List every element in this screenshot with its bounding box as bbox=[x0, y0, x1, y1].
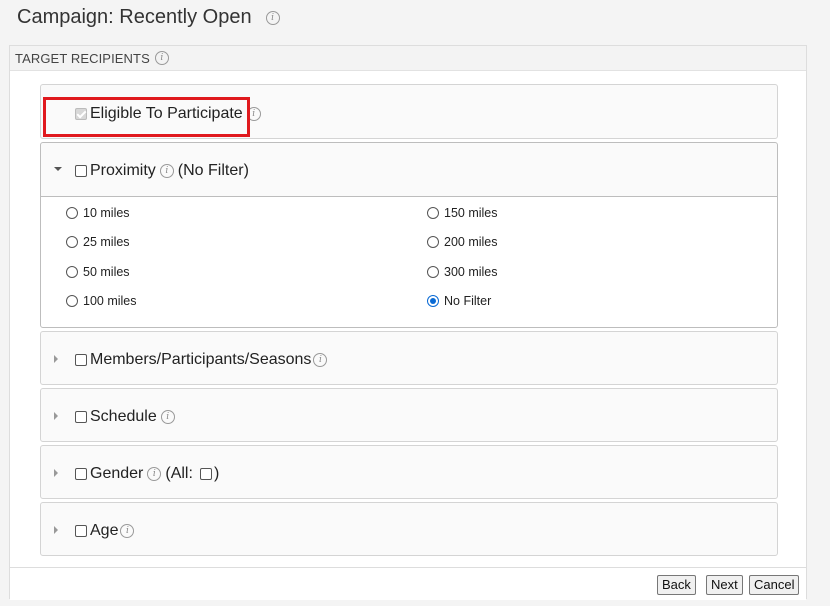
info-icon[interactable]: i bbox=[159, 164, 174, 178]
info-icon[interactable]: i bbox=[154, 51, 169, 65]
radio-label: No Filter bbox=[444, 294, 492, 308]
info-icon[interactable]: i bbox=[265, 10, 280, 25]
radio-10-miles[interactable]: 10 miles bbox=[66, 206, 130, 220]
gender-checkbox[interactable] bbox=[75, 468, 87, 480]
proximity-label: Proximity bbox=[90, 162, 156, 179]
panel-header: TARGET RECIPIENTS i bbox=[10, 46, 806, 71]
radio-label: 300 miles bbox=[444, 265, 498, 279]
radio-no-filter[interactable]: No Filter bbox=[427, 294, 491, 308]
radio-label: 150 miles bbox=[444, 206, 498, 220]
page-title-text: Campaign: Recently Open bbox=[17, 6, 252, 28]
gender-row: Gender i (All: ) bbox=[75, 465, 219, 483]
info-icon[interactable]: i bbox=[147, 467, 162, 481]
highlight-box bbox=[43, 97, 250, 137]
next-button[interactable]: Next bbox=[706, 575, 743, 595]
panel-header-title: TARGET RECIPIENTS bbox=[15, 50, 150, 66]
radio-150-miles[interactable]: 150 miles bbox=[427, 206, 498, 220]
info-icon[interactable]: i bbox=[160, 410, 175, 424]
schedule-row: Schedule i bbox=[75, 408, 175, 426]
radio-100-miles[interactable]: 100 miles bbox=[66, 294, 137, 308]
caret-right-icon[interactable] bbox=[54, 526, 58, 534]
caret-right-icon[interactable] bbox=[54, 355, 58, 363]
radio-label: 100 miles bbox=[83, 294, 137, 308]
proximity-filter-status: (No Filter) bbox=[177, 162, 249, 179]
page-title: Campaign: Recently Open i bbox=[17, 6, 280, 29]
schedule-checkbox[interactable] bbox=[75, 411, 87, 423]
caret-right-icon[interactable] bbox=[54, 412, 58, 420]
section-members: Members/Participants/Seasons i bbox=[40, 331, 778, 385]
radio-button[interactable] bbox=[66, 207, 78, 219]
section-gender: Gender i (All: ) bbox=[40, 445, 778, 499]
members-label: Members/Participants/Seasons bbox=[90, 351, 312, 368]
info-icon[interactable]: i bbox=[313, 353, 328, 367]
caret-down-icon[interactable] bbox=[54, 167, 62, 171]
proximity-row: Proximity i (No Filter) bbox=[75, 162, 249, 180]
radio-button[interactable] bbox=[66, 295, 78, 307]
section-age: Age i bbox=[40, 502, 778, 556]
panel-footer: Back Next Cancel bbox=[10, 567, 806, 600]
gender-label: Gender bbox=[90, 465, 144, 482]
gender-all-suffix: ) bbox=[213, 465, 220, 482]
gender-all-checkbox[interactable] bbox=[199, 468, 212, 480]
radio-button[interactable] bbox=[427, 266, 439, 278]
age-checkbox[interactable] bbox=[75, 525, 87, 537]
radio-button[interactable] bbox=[66, 236, 78, 248]
age-label: Age bbox=[90, 522, 119, 539]
radio-200-miles[interactable]: 200 miles bbox=[427, 235, 498, 249]
section-proximity: Proximity i (No Filter) bbox=[40, 142, 778, 197]
proximity-options: 10 miles 25 miles 50 miles 100 miles 150… bbox=[40, 196, 778, 328]
radio-label: 25 miles bbox=[83, 235, 130, 249]
radio-label: 10 miles bbox=[83, 206, 130, 220]
radio-25-miles[interactable]: 25 miles bbox=[66, 235, 130, 249]
cancel-button[interactable]: Cancel bbox=[749, 575, 800, 595]
radio-button[interactable] bbox=[427, 207, 439, 219]
proximity-checkbox[interactable] bbox=[75, 165, 87, 177]
radio-label: 50 miles bbox=[83, 265, 130, 279]
radio-button-selected[interactable] bbox=[427, 295, 439, 307]
members-row: Members/Participants/Seasons i bbox=[75, 351, 328, 369]
radio-button[interactable] bbox=[427, 236, 439, 248]
schedule-label: Schedule bbox=[90, 408, 157, 425]
radio-button[interactable] bbox=[66, 266, 78, 278]
section-schedule: Schedule i bbox=[40, 388, 778, 442]
radio-300-miles[interactable]: 300 miles bbox=[427, 265, 498, 279]
caret-right-icon[interactable] bbox=[54, 469, 58, 477]
radio-label: 200 miles bbox=[444, 235, 498, 249]
back-button[interactable]: Back bbox=[657, 575, 696, 595]
radio-50-miles[interactable]: 50 miles bbox=[66, 265, 130, 279]
info-icon[interactable]: i bbox=[120, 524, 135, 538]
members-checkbox[interactable] bbox=[75, 354, 87, 366]
age-row: Age i bbox=[75, 522, 135, 540]
gender-all-prefix: (All: bbox=[165, 465, 193, 482]
